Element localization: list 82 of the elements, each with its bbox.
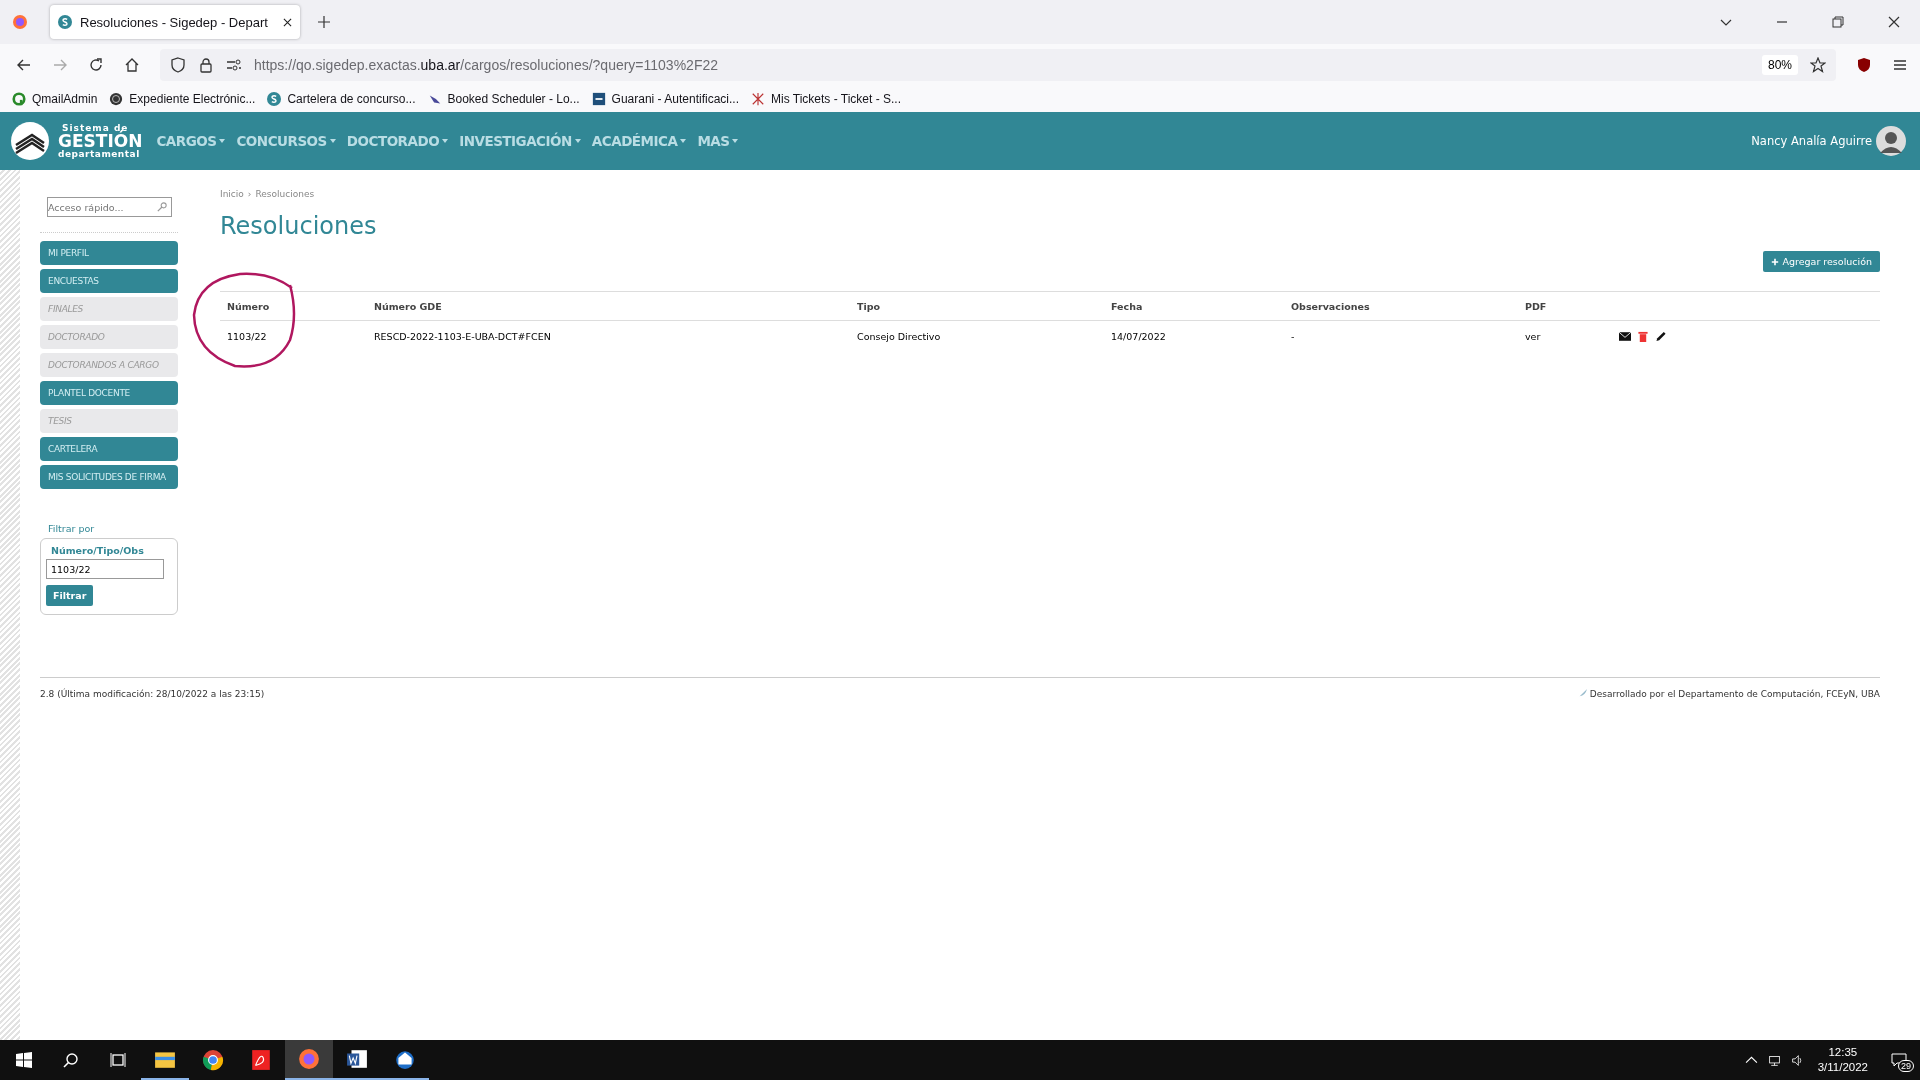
trash-icon[interactable] (1637, 330, 1649, 342)
logo-text[interactable]: Sistema de GESTIÓN departamental (58, 123, 143, 159)
url-text: https://qo.sigedep.exactas.uba.ar/cargos/resoluciones/?query=1103%2F22 (254, 56, 718, 73)
sidebar-item[interactable]: MIS SOLICITUDES DE FIRMA (40, 465, 178, 489)
permissions-icon[interactable] (226, 56, 242, 73)
column-header: Número (227, 300, 271, 312)
version-text: 2.8 (Última modificación: 28/10/2022 a las 23:15) (40, 688, 265, 699)
nav-menu[interactable]: MAS (697, 133, 739, 149)
envelope-icon[interactable] (1619, 330, 1631, 342)
bookmark-icon[interactable] (12, 91, 26, 106)
page-title: Resoluciones (220, 212, 378, 240)
logo-icon[interactable] (10, 121, 50, 161)
word-icon[interactable] (346, 1048, 368, 1070)
shield-icon[interactable] (170, 56, 186, 73)
plus-icon[interactable] (1771, 257, 1780, 266)
firefox-icon[interactable] (12, 14, 28, 30)
zoom-level[interactable]: 80% (1761, 54, 1798, 75)
quick-access-field[interactable]: Acceso rápido... (47, 197, 172, 217)
sidebar-item[interactable]: ENCUESTAS (40, 269, 178, 293)
breadcrumb-link[interactable]: Resoluciones (255, 189, 315, 199)
notification-button[interactable]: 29 (1884, 1040, 1914, 1080)
lock-icon[interactable] (198, 56, 214, 73)
bookmark[interactable]: Expediente Electrónic... (109, 91, 256, 106)
breadcrumb-link[interactable]: Inicio (220, 189, 244, 199)
sidebar-item[interactable]: MI PERFIL (40, 241, 178, 265)
close-icon[interactable] (1888, 16, 1900, 28)
table-cell: 14/07/2022 (1111, 330, 1166, 342)
bookmark[interactable]: Mis Tickets - Ticket - S... (751, 91, 901, 106)
column-header: Observaciones (1291, 300, 1371, 312)
filter-button[interactable]: Filtrar (46, 585, 94, 606)
sidebar-item[interactable]: CARTELERA (40, 437, 178, 461)
sidebar-item[interactable]: PLANTEL DOCENTE (40, 381, 178, 405)
speaker-icon[interactable] (1790, 1053, 1804, 1067)
column-header: Fecha (1111, 300, 1144, 312)
start-icon[interactable] (16, 1052, 32, 1068)
bookmark[interactable]: Guarani - Autentificaci... (591, 91, 739, 106)
pdf-link[interactable]: ver (1525, 330, 1541, 342)
avatar[interactable] (1876, 126, 1906, 156)
task-view-icon[interactable] (110, 1052, 126, 1068)
filter-heading: Filtrar por (48, 523, 96, 534)
network-icon[interactable] (1767, 1053, 1781, 1067)
chrome-icon[interactable] (202, 1049, 224, 1071)
add-button[interactable]: Agregar resolución (1763, 251, 1880, 272)
table-cell: RESCD-2022-1103-E-UBA-DCT#FCEN (374, 330, 551, 342)
table-cell: 1103/22 (227, 330, 267, 342)
nav-menu[interactable]: CARGOS (156, 133, 226, 149)
asterisk-icon[interactable] (751, 91, 765, 106)
table-cell: - (1291, 330, 1295, 342)
site-icon[interactable] (267, 91, 282, 106)
reload-icon[interactable] (88, 56, 104, 73)
pdf-icon[interactable] (250, 1049, 272, 1071)
nav-menu[interactable]: DOCTORADO (346, 133, 449, 149)
column-header: PDF (1525, 300, 1548, 312)
new-tab-icon[interactable] (318, 16, 330, 28)
bookmark-icon[interactable] (591, 91, 606, 106)
close-icon[interactable] (283, 17, 292, 27)
firefox-icon[interactable] (298, 1048, 320, 1070)
shield-extension-icon[interactable] (1856, 56, 1872, 73)
site-icon (58, 15, 72, 29)
restore-icon[interactable] (1832, 16, 1844, 28)
bookmark[interactable]: QmailAdmin (12, 91, 98, 106)
browser-tab[interactable]: Resoluciones - Sigedep - Depart (50, 5, 300, 39)
user-name[interactable]: Nancy Analía Aguirre (1751, 134, 1872, 148)
field-label: Número/Tipo/Obs (50, 545, 144, 556)
table-cell: Consejo Directivo (857, 330, 941, 342)
clock[interactable]: 12:35 3/11/2022 (1817, 1045, 1868, 1075)
column-header: Número GDE (374, 300, 443, 312)
filter-field[interactable]: 1103/22 (46, 559, 164, 579)
column-header: Tipo (857, 300, 882, 312)
breadcrumb-separator: › (247, 189, 252, 199)
bookmark[interactable]: Booked Scheduler - Lo... (427, 91, 580, 106)
home-icon[interactable] (124, 56, 140, 73)
nav-menu[interactable]: ACADÉMICA (591, 133, 687, 149)
nav-menu[interactable]: CONCURSOS (236, 133, 336, 149)
bookmark[interactable]: Cartelera de concurso... (267, 91, 416, 106)
globe-icon[interactable] (109, 91, 124, 106)
pencil-icon[interactable] (1655, 330, 1667, 342)
search-icon[interactable] (63, 1052, 79, 1068)
nav-menu[interactable]: INVESTIGACIÓN (459, 133, 581, 149)
credit-text: Desarrollado por el Departamento de Computación, FCEyN, UBA (1589, 688, 1880, 699)
address-bar[interactable]: https://qo.sigedep.exactas.uba.ar/cargos/resoluciones/?query=1103%2F22 80% (160, 48, 1836, 81)
bookmark-star-icon[interactable] (1810, 56, 1826, 73)
